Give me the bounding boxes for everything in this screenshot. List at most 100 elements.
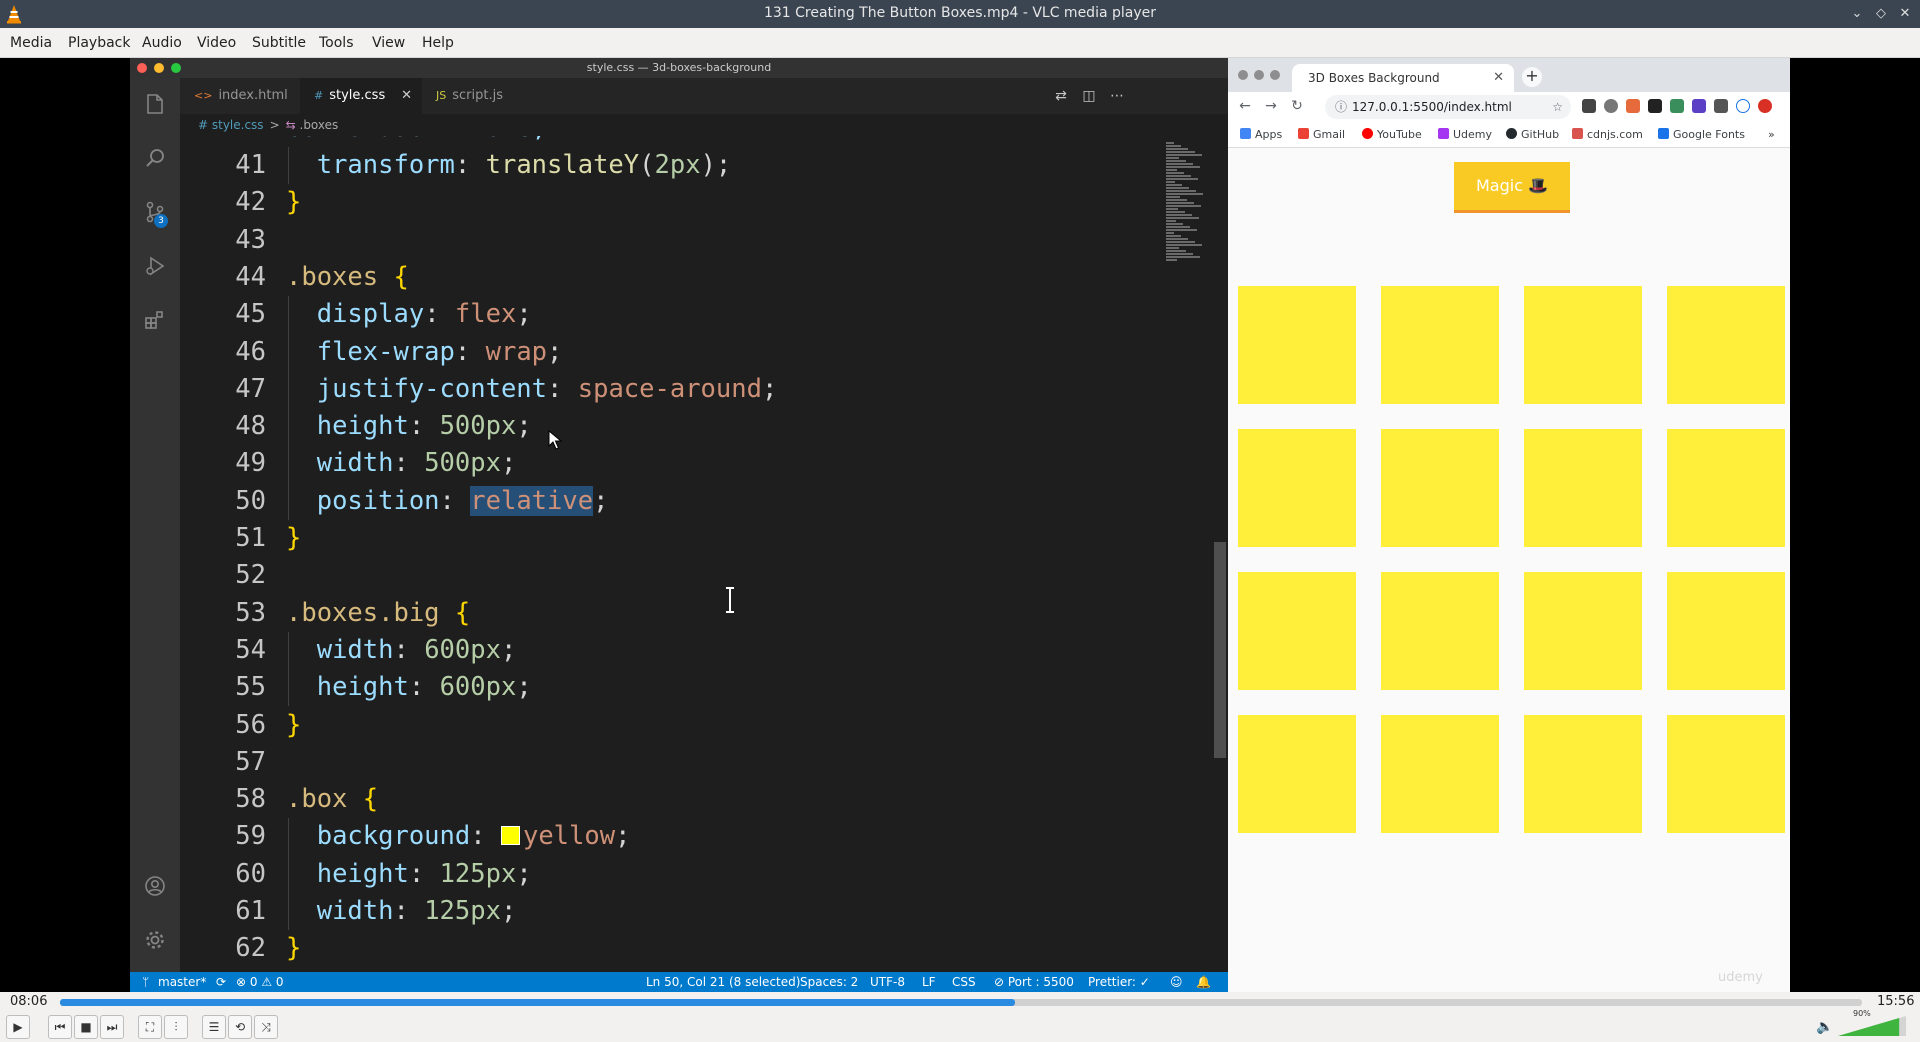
- menu-subtitle[interactable]: Subtitle: [252, 35, 306, 51]
- code-text: justify-content: space-around;: [286, 371, 778, 408]
- video-frame[interactable]: style.css — 3d-boxes-background 3 <> inde…: [0, 58, 1920, 992]
- minimize-icon[interactable]: ⌄: [1848, 5, 1866, 23]
- search-icon[interactable]: [143, 146, 167, 170]
- window-dot-icon: [1254, 70, 1264, 80]
- extension-icon[interactable]: [1582, 99, 1596, 113]
- bookmark-star-icon[interactable]: ☆: [1552, 95, 1563, 119]
- minimap[interactable]: [1160, 142, 1216, 262]
- profile-icon[interactable]: [1736, 99, 1750, 113]
- shuffle-button[interactable]: ⤨: [254, 1015, 278, 1039]
- tab-close-icon[interactable]: ✕: [401, 78, 412, 114]
- speaker-icon[interactable]: 🔈: [1816, 1019, 1833, 1035]
- editor-scrollbar-thumb[interactable]: [1214, 542, 1226, 758]
- color-swatch-icon[interactable]: [500, 826, 520, 846]
- gear-icon[interactable]: [143, 928, 167, 952]
- menu-playback[interactable]: Playback: [68, 35, 130, 51]
- encoding[interactable]: UTF-8: [870, 972, 905, 992]
- menu-audio[interactable]: Audio: [142, 35, 182, 51]
- explorer-icon[interactable]: [143, 92, 167, 116]
- menu-tools[interactable]: Tools: [319, 35, 354, 51]
- code-line: 61 width: 125px;: [180, 893, 1180, 930]
- update-icon[interactable]: [1758, 99, 1772, 113]
- line-ending[interactable]: LF: [922, 972, 936, 992]
- fullscreen-button[interactable]: ⛶: [138, 1015, 162, 1039]
- breadcrumb-symbol[interactable]: .boxes: [300, 118, 339, 132]
- menu-view[interactable]: View: [372, 35, 405, 51]
- github-icon: [1506, 128, 1517, 139]
- sync-icon[interactable]: ⟳: [216, 972, 226, 992]
- more-actions-icon[interactable]: ⋯: [1108, 87, 1126, 105]
- close-tab-icon[interactable]: ✕: [1493, 64, 1504, 92]
- tab-script-js[interactable]: JS script.js: [422, 78, 534, 114]
- extension-icon[interactable]: [1692, 99, 1706, 113]
- time-elapsed[interactable]: 08:06: [10, 994, 47, 1009]
- info-icon: ⓘ: [1335, 100, 1348, 114]
- yellow-box: [1381, 286, 1499, 404]
- next-button[interactable]: ⏭: [100, 1015, 124, 1039]
- code-text: }: [286, 930, 301, 967]
- volume-slider[interactable]: [1838, 1014, 1906, 1036]
- bookmark-gmail[interactable]: Gmail: [1298, 128, 1345, 141]
- extensions-icon[interactable]: [143, 308, 167, 332]
- menu-help[interactable]: Help: [422, 35, 454, 51]
- seek-bar[interactable]: [60, 999, 1862, 1006]
- branch-name[interactable]: master*: [158, 972, 206, 992]
- maximize-icon[interactable]: ◇: [1872, 5, 1890, 23]
- bookmark-google-fonts[interactable]: Google Fonts: [1658, 128, 1745, 141]
- minimap-line: [1166, 154, 1202, 156]
- code-editor[interactable]: box-shadow: none; 41 transform: translat…: [180, 136, 1180, 970]
- playlist-button[interactable]: ☰: [202, 1015, 226, 1039]
- notifications-icon[interactable]: 🔔: [1196, 972, 1211, 992]
- prettier-status[interactable]: Prettier: ✓: [1088, 972, 1150, 992]
- run-debug-icon[interactable]: [143, 254, 167, 278]
- stop-button[interactable]: ■: [74, 1015, 98, 1039]
- feedback-icon[interactable]: ☺: [1170, 972, 1183, 992]
- bookmark-github[interactable]: GitHub: [1506, 128, 1559, 141]
- more-bookmarks-icon[interactable]: »: [1768, 128, 1775, 141]
- bookmark-youtube[interactable]: YouTube: [1362, 128, 1422, 141]
- extended-settings-button[interactable]: ⫶: [164, 1015, 188, 1039]
- address-bar[interactable]: ⓘ 127.0.0.1:5500/index.html ☆: [1325, 95, 1571, 119]
- magic-button[interactable]: Magic 🎩: [1454, 162, 1570, 210]
- forward-icon[interactable]: →: [1262, 97, 1280, 115]
- mouse-pointer-icon: [548, 430, 563, 450]
- split-editor-icon[interactable]: ◫: [1080, 87, 1098, 105]
- reload-icon[interactable]: ↻: [1288, 97, 1306, 115]
- minimap-line: [1166, 244, 1202, 246]
- extension-icon[interactable]: [1604, 99, 1618, 113]
- time-total[interactable]: 15:56: [1877, 994, 1914, 1009]
- extension-icon[interactable]: [1670, 99, 1684, 113]
- browser-toolbar: ← → ↻ ⓘ 127.0.0.1:5500/index.html ☆: [1228, 92, 1790, 122]
- tab-style-css[interactable]: # style.css ✕: [300, 78, 422, 114]
- live-server-port[interactable]: ⊘ Port : 5500: [994, 972, 1074, 992]
- extension-icon[interactable]: [1648, 99, 1662, 113]
- browser-tab[interactable]: 3D Boxes Background ✕: [1292, 64, 1514, 92]
- breadcrumb-file[interactable]: # style.css: [198, 118, 264, 132]
- tab-index-html[interactable]: <> index.html: [180, 78, 300, 114]
- account-icon[interactable]: [143, 874, 167, 898]
- problems-count[interactable]: ⊗ 0 ⚠ 0: [236, 972, 284, 992]
- code-text: }: [286, 707, 301, 744]
- bookmark-udemy[interactable]: Udemy: [1438, 128, 1492, 141]
- back-icon[interactable]: ←: [1236, 97, 1254, 115]
- indentation[interactable]: Spaces: 2: [800, 972, 858, 992]
- extension-icon[interactable]: [1626, 99, 1640, 113]
- cursor-position[interactable]: Ln 50, Col 21 (8 selected): [646, 972, 800, 992]
- menu-media[interactable]: Media: [10, 35, 52, 51]
- compare-changes-icon[interactable]: ⇄: [1052, 87, 1070, 105]
- menu-video[interactable]: Video: [197, 35, 236, 51]
- puzzle-icon[interactable]: [1714, 99, 1728, 113]
- new-tab-icon[interactable]: +: [1522, 67, 1542, 87]
- loop-button[interactable]: ⟲: [228, 1015, 252, 1039]
- language-mode[interactable]: CSS: [952, 972, 976, 992]
- bookmark-cdnjs[interactable]: cdnjs.com: [1572, 128, 1643, 141]
- play-button[interactable]: ▶: [6, 1015, 30, 1039]
- bookmark-apps[interactable]: Apps: [1240, 128, 1282, 141]
- window-title: 131 Creating The Button Boxes.mp4 - VLC …: [763, 5, 1156, 21]
- css-file-icon: #: [314, 89, 324, 102]
- close-icon[interactable]: ✕: [1896, 5, 1914, 23]
- previous-button[interactable]: ⏮: [48, 1015, 72, 1039]
